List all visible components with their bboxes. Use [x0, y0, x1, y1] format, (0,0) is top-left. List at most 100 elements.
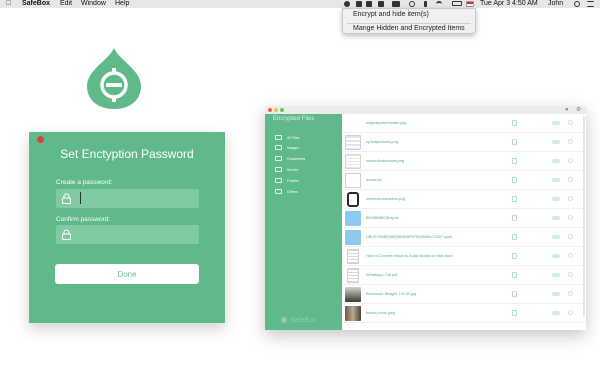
photo-thumbnail: [345, 306, 361, 321]
file-row[interactable]: Isnote.txt: [342, 171, 586, 190]
visibility-toggle[interactable]: [552, 216, 560, 220]
bluetooth-icon[interactable]: [424, 1, 427, 7]
file-row[interactable]: screenshotsfolders.png: [342, 190, 586, 209]
select-circle[interactable]: [568, 139, 573, 144]
info-icon[interactable]: [512, 120, 517, 126]
create-password-field[interactable]: [56, 189, 199, 208]
visibility-toggle[interactable]: [552, 140, 560, 144]
folder-thumbnail: [345, 230, 361, 245]
info-icon[interactable]: [512, 291, 517, 297]
menu-separator: [347, 23, 471, 24]
us-flag-icon[interactable]: [466, 1, 474, 7]
photo-thumbnail: [345, 287, 361, 302]
safebox-logo-icon: [87, 48, 141, 109]
file-name: sy/hubpictures.png: [366, 140, 398, 144]
select-circle[interactable]: [568, 234, 573, 239]
images-icon: [275, 145, 282, 150]
file-thumbnail: [347, 192, 359, 207]
user-menu[interactable]: John: [548, 0, 563, 8]
select-circle[interactable]: [568, 177, 573, 182]
spotlight-icon[interactable]: [574, 1, 580, 7]
select-circle[interactable]: [568, 120, 573, 125]
info-icon[interactable]: [512, 234, 517, 240]
close-button[interactable]: [37, 136, 44, 143]
zoom-button[interactable]: [280, 108, 284, 112]
settings-icon[interactable]: ⚙: [576, 107, 581, 113]
info-icon[interactable]: [512, 215, 517, 221]
select-circle[interactable]: [568, 196, 573, 201]
wifi-icon[interactable]: [436, 1, 442, 7]
file-thumbnail: [345, 154, 361, 169]
visibility-toggle[interactable]: [552, 121, 560, 125]
download-status-icon[interactable]: [356, 1, 362, 7]
file-row[interactable]: beach.photo.jpeg: [342, 304, 586, 323]
visibility-toggle[interactable]: [552, 159, 560, 163]
file-thumbnail: [345, 116, 361, 131]
menu-bar:  SafeBox Edit Window Help Tue Apr 3 4:5…: [0, 0, 600, 8]
keyboard-status-icon[interactable]: [392, 1, 400, 7]
safebox-brand-icon: [281, 317, 287, 323]
safebox-status-icon[interactable]: [344, 1, 350, 7]
select-circle[interactable]: [568, 272, 573, 277]
select-circle[interactable]: [568, 291, 573, 296]
select-circle[interactable]: [568, 253, 573, 258]
window-title: Set Enctyption Password: [60, 147, 194, 161]
info-icon[interactable]: [512, 177, 517, 183]
close-button[interactable]: [268, 108, 272, 112]
menu-edit[interactable]: Edit: [60, 0, 72, 8]
confirm-password-label: Confirm password:: [56, 216, 111, 223]
file-row[interactable]: WhatsApp Call.pdf: [342, 266, 586, 285]
info-icon[interactable]: [512, 158, 517, 164]
info-icon[interactable]: [512, 196, 517, 202]
select-circle[interactable]: [568, 158, 573, 163]
file-name: Rushmore Bridges 2 ih 30.jpg: [366, 292, 417, 296]
menu-window[interactable]: Window: [81, 0, 106, 8]
file-row[interactable]: How to Convert eBook to Audio Books on M…: [342, 247, 586, 266]
info-icon[interactable]: [512, 310, 517, 316]
file-row[interactable]: reasonfordemotes.png: [342, 152, 586, 171]
file-name: reasonfordemotes.png: [366, 159, 404, 163]
file-name: beach.photo.jpeg: [366, 311, 396, 315]
minimize-button[interactable]: [274, 108, 278, 112]
safebox-dropdown-menu: Encrypt and hide item(s) Mange Hidden an…: [342, 8, 476, 34]
file-row[interactable]: BENIBBBK28.epub: [342, 209, 586, 228]
flame-status-icon[interactable]: [378, 1, 384, 7]
visibility-toggle[interactable]: [552, 292, 560, 296]
visibility-toggle[interactable]: [552, 254, 560, 258]
apple-menu-icon[interactable]: : [6, 0, 11, 8]
confirm-password-field[interactable]: [56, 225, 199, 244]
file-row[interactable]: sy/hubpictures.png: [342, 133, 586, 152]
set-password-window: Set Enctyption Password Create a passwor…: [29, 132, 225, 323]
scrollbar[interactable]: [583, 116, 585, 316]
info-icon[interactable]: [512, 139, 517, 145]
search-icon[interactable]: ●: [565, 107, 569, 113]
visibility-toggle[interactable]: [552, 273, 560, 277]
file-row[interactable]: DBVD7EBB93BEB8B91BF97829B89A7C607.epub: [342, 228, 586, 247]
app-menu[interactable]: SafeBox: [22, 0, 50, 8]
visibility-toggle[interactable]: [552, 178, 560, 182]
file-thumbnail: [345, 135, 361, 150]
sidebar-item-label: Documents: [287, 156, 306, 161]
visibility-toggle[interactable]: [552, 197, 560, 201]
done-button[interactable]: Done: [55, 264, 199, 284]
clock[interactable]: Tue Apr 3 4:50 AM: [480, 0, 538, 8]
menu-item-manage-hidden[interactable]: Mange Hidden and Encrypted Items: [353, 25, 465, 32]
visibility-toggle[interactable]: [552, 235, 560, 239]
info-icon[interactable]: [512, 272, 517, 278]
sidebar: Encrypted Files All Files Images Documen…: [265, 114, 342, 330]
select-circle[interactable]: [568, 310, 573, 315]
info-icon[interactable]: [512, 253, 517, 259]
menu-item-encrypt-hide[interactable]: Encrypt and hide item(s): [353, 11, 429, 18]
bug-status-icon[interactable]: [366, 1, 372, 7]
all-files-icon: [275, 135, 282, 140]
notification-center-icon[interactable]: [587, 1, 594, 7]
menu-help[interactable]: Help: [115, 0, 129, 8]
file-row[interactable]: Rushmore Bridges 2 ih 30.jpg: [342, 285, 586, 304]
text-cursor: [80, 192, 81, 204]
battery-icon[interactable]: [452, 1, 462, 6]
file-row[interactable]: originalpicturefolder.png: [342, 114, 586, 133]
select-circle[interactable]: [568, 215, 573, 220]
file-thumbnail: [345, 173, 361, 188]
visibility-toggle[interactable]: [552, 311, 560, 315]
time-machine-icon[interactable]: [409, 1, 415, 7]
